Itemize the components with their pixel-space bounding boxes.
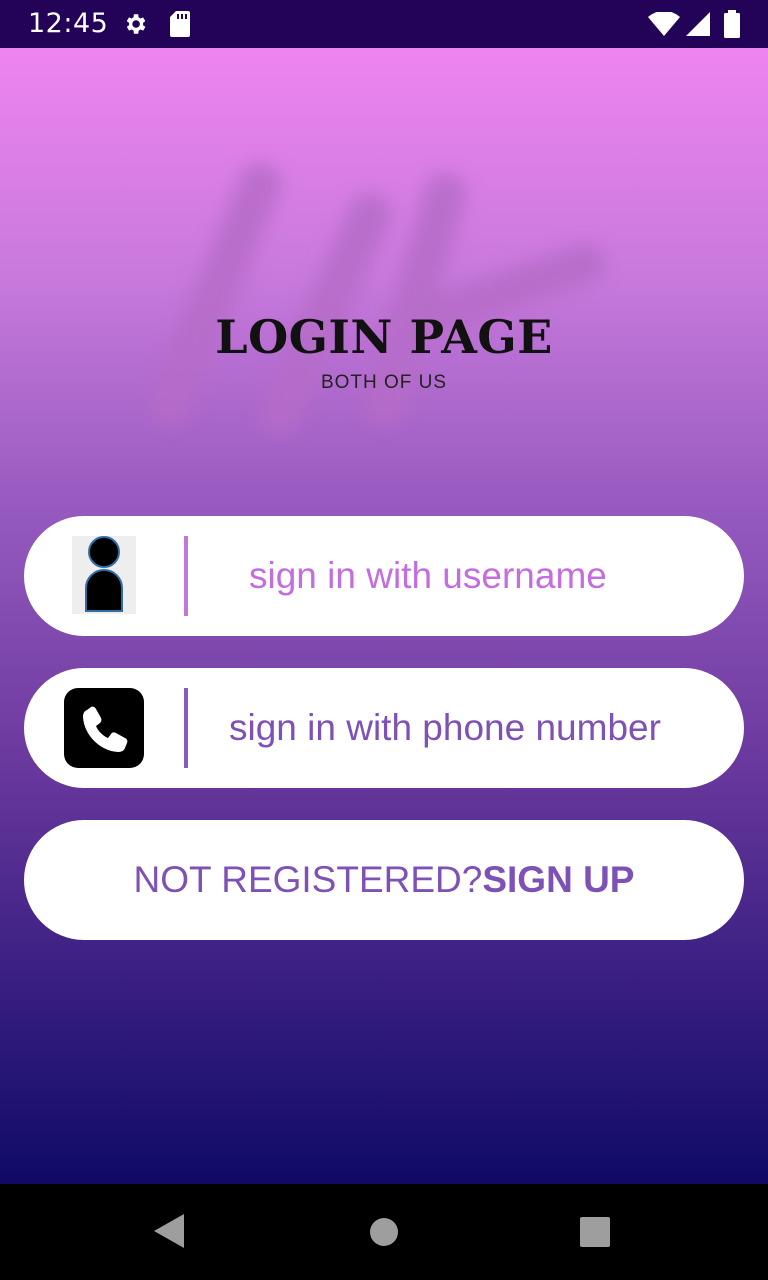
sign-in-phone-button[interactable]: sign in with phone number [24, 668, 744, 788]
sd-card-icon [170, 11, 190, 42]
login-screen: LOGIN PAGE BOTH OF US sign in with usern… [0, 48, 768, 1184]
signal-icon [686, 12, 710, 41]
status-bar: 12:45 [0, 0, 768, 48]
logo-subtitle: BOTH OF US [320, 372, 448, 393]
signup-prefix: NOT REGISTERED? [133, 859, 483, 900]
status-time: 12:45 [28, 8, 109, 39]
logo-title: LOGIN PAGE [215, 310, 553, 364]
battery-icon [724, 10, 740, 43]
logo-brush-mark [149, 163, 605, 435]
username-label: sign in with username [249, 555, 607, 596]
sign-up-button[interactable]: NOT REGISTERED?SIGN UP [24, 820, 744, 940]
person-icon [72, 536, 136, 614]
back-icon[interactable] [154, 1214, 186, 1253]
wifi-icon [648, 10, 680, 41]
phone-divider [184, 688, 188, 768]
username-divider [184, 536, 188, 616]
phone-label: sign in with phone number [229, 707, 661, 748]
home-icon[interactable] [368, 1216, 400, 1253]
signup-text: NOT REGISTERED?SIGN UP [24, 820, 744, 940]
recents-icon[interactable] [580, 1217, 610, 1252]
phone-icon [64, 688, 144, 768]
sign-in-username-button[interactable]: sign in with username [24, 516, 744, 636]
signup-action: SIGN UP [482, 859, 635, 900]
gear-icon [122, 11, 148, 42]
navigation-bar [0, 1184, 768, 1280]
